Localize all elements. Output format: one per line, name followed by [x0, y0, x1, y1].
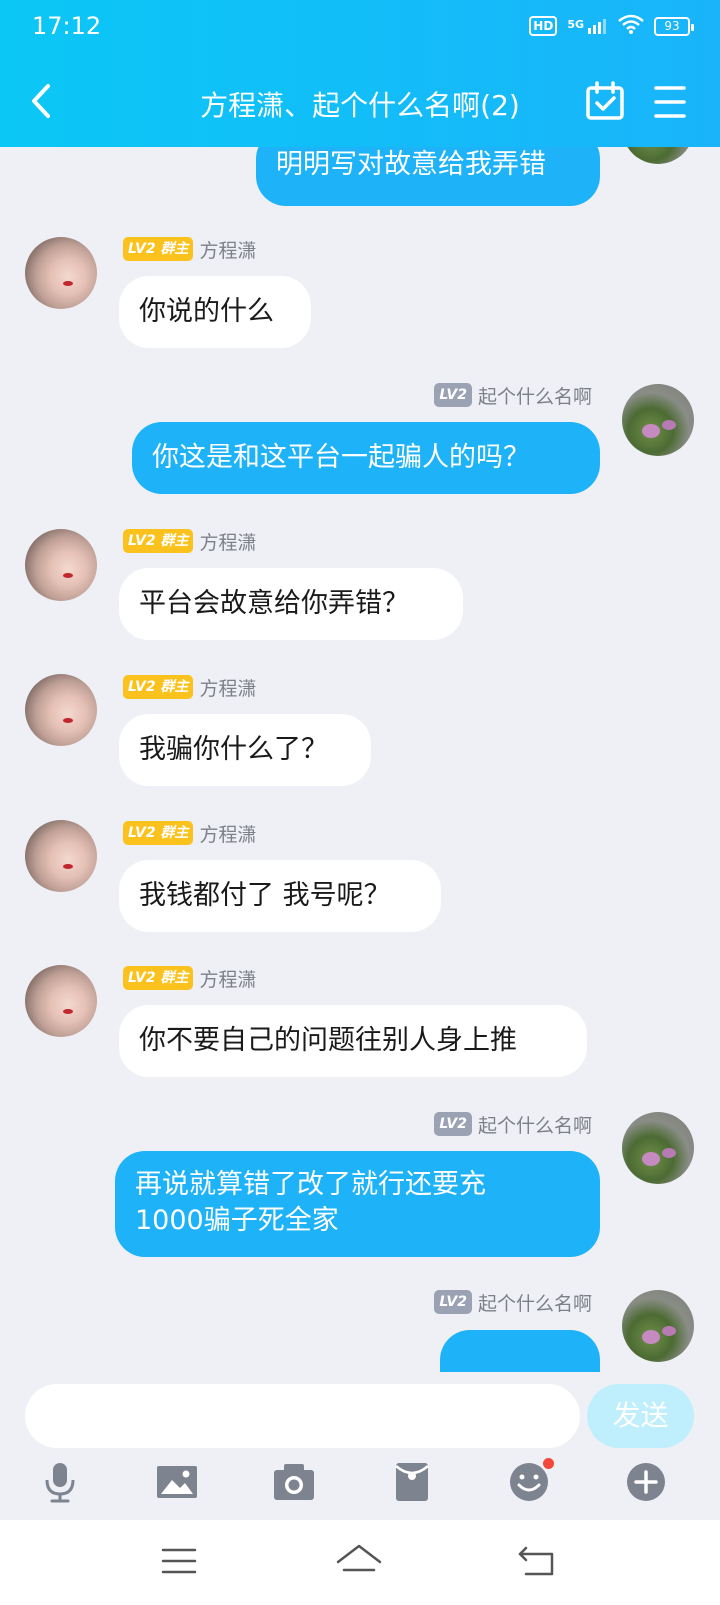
message-input[interactable] — [25, 1384, 580, 1448]
sender-row: LV2 群主 方程潇 — [123, 820, 256, 846]
message-bubble-self[interactable]: 明明写对故意给我弄错 — [256, 147, 600, 206]
more-menu-button[interactable] — [650, 82, 690, 122]
status-time: 17:12 — [32, 12, 102, 40]
avatar-other[interactable] — [25, 820, 97, 892]
calendar-check-icon — [586, 81, 624, 120]
sender-row: LV2 群主 方程潇 — [123, 674, 256, 700]
send-button[interactable]: 发送 — [587, 1384, 694, 1448]
level-badge: LV2 — [434, 1290, 472, 1314]
calendar-check-button[interactable] — [584, 80, 626, 122]
avatar-self[interactable] — [622, 384, 694, 456]
hamburger-icon — [654, 86, 686, 118]
message-bubble-other[interactable]: 平台会故意给你弄错？ — [119, 568, 463, 640]
message-text: 你不要自己的问题往别人身上推 — [139, 1025, 517, 1056]
sender-row: LV2 群主 方程潇 — [123, 965, 256, 991]
role-label: 群主 — [160, 825, 189, 841]
sender-name: 方程潇 — [199, 823, 257, 846]
avatar-other[interactable] — [25, 237, 97, 309]
sender-name: 起个什么名啊 — [477, 1114, 592, 1137]
message-text: 你这是和这平台一起骗人的吗？ — [152, 442, 530, 473]
sender-row: LV2 起个什么名啊 — [434, 1111, 592, 1137]
message-text: 平台会故意给你弄错？ — [139, 588, 409, 619]
level-label: LV2 — [128, 533, 156, 549]
message-bubble-other[interactable]: 你不要自己的问题往别人身上推 — [119, 1005, 587, 1077]
role-label: 群主 — [160, 970, 189, 986]
plus-button[interactable] — [624, 1460, 668, 1504]
level-label: LV2 — [128, 679, 156, 695]
camera-icon — [274, 1464, 314, 1500]
level-owner-badge: LV2 群主 — [123, 966, 194, 990]
microphone-button[interactable] — [38, 1460, 82, 1504]
avatar-self[interactable] — [622, 147, 694, 164]
notification-dot — [543, 1458, 554, 1469]
message-bubble-other[interactable]: 我骗你什么了？ — [119, 714, 371, 786]
role-label: 群主 — [160, 679, 189, 695]
nav-menu-button[interactable] — [156, 1540, 206, 1584]
level-label: LV2 — [128, 241, 156, 257]
system-navigation-bar — [0, 1520, 720, 1605]
level-label: LV2 — [128, 825, 156, 841]
message-text: 我骗你什么了？ — [139, 734, 328, 765]
microphone-icon — [45, 1463, 75, 1503]
message-bubble-self[interactable]: 再说就算错了改了就行还要充 1000骗子死全家 — [115, 1151, 600, 1257]
message-list[interactable]: 明明写对故意给我弄错 LV2 群主 方程潇 你说的什么 LV2 起个什么名啊 你… — [0, 147, 720, 1372]
image-icon — [157, 1466, 197, 1498]
home-icon — [336, 1544, 382, 1572]
sender-name: 起个什么名啊 — [477, 1292, 592, 1315]
level-badge: LV2 — [434, 1112, 472, 1136]
red-packet-button[interactable] — [390, 1460, 434, 1504]
avatar-self[interactable] — [622, 1112, 694, 1184]
emoji-button[interactable] — [507, 1458, 554, 1504]
message-bubble-other[interactable]: 我钱都付了 我号呢？ — [119, 860, 441, 932]
nav-home-button[interactable] — [334, 1540, 384, 1584]
avatar-other[interactable] — [25, 674, 97, 746]
role-label: 群主 — [160, 533, 189, 549]
message-text: 明明写对故意给我弄错 — [276, 149, 546, 180]
sender-name: 方程潇 — [199, 677, 257, 700]
message-text-line: 再说就算错了改了就行还要充 — [135, 1169, 486, 1200]
sender-row: LV2 起个什么名啊 — [434, 382, 592, 408]
message-text: 我钱都付了 我号呢？ — [139, 880, 391, 911]
level-owner-badge: LV2 群主 — [123, 675, 194, 699]
message-bubble-other[interactable]: 你说的什么 — [119, 276, 311, 348]
red-packet-icon — [395, 1463, 429, 1501]
level-label: LV2 — [128, 970, 156, 986]
wifi-icon — [618, 14, 644, 38]
role-label: 群主 — [160, 241, 189, 257]
message-bubble-self[interactable]: 你这是和这平台一起骗人的吗？ — [132, 422, 600, 494]
back-button[interactable] — [22, 78, 62, 124]
camera-button[interactable] — [272, 1460, 316, 1504]
level-owner-badge: LV2 群主 — [123, 529, 194, 553]
battery-icon: 93 — [654, 16, 694, 36]
level-badge: LV2 — [434, 383, 472, 407]
level-owner-badge: LV2 群主 — [123, 821, 194, 845]
avatar-other[interactable] — [25, 965, 97, 1037]
signal-icon: 5G — [567, 18, 608, 34]
status-icons: HD 5G 93 — [529, 14, 694, 38]
chat-header: 17:12 HD 5G 93 方程潇、起个什么名啊(2) — [0, 0, 720, 147]
nav-back-button[interactable] — [512, 1540, 562, 1584]
chevron-left-icon — [32, 84, 50, 118]
message-text: 你说的什么 — [139, 296, 274, 327]
sender-row: LV2 起个什么名啊 — [434, 1289, 592, 1315]
menu-icon — [161, 1548, 197, 1574]
sender-name: 方程潇 — [199, 239, 257, 262]
back-icon — [518, 1546, 554, 1576]
message-bubble-self[interactable] — [440, 1330, 600, 1372]
hd-badge: HD — [529, 16, 558, 36]
image-button[interactable] — [155, 1460, 199, 1504]
chat-title: 方程潇、起个什么名啊(2) — [200, 89, 520, 122]
input-area: 发送 — [0, 1372, 720, 1520]
sender-name: 方程潇 — [199, 531, 257, 554]
avatar-other[interactable] — [25, 529, 97, 601]
level-owner-badge: LV2 群主 — [123, 237, 194, 261]
message-text-line: 1000骗子死全家 — [135, 1205, 339, 1236]
avatar-self[interactable] — [622, 1290, 694, 1362]
sender-row: LV2 群主 方程潇 — [123, 528, 256, 554]
network-label: 5G — [567, 18, 584, 31]
sender-row: LV2 群主 方程潇 — [123, 236, 256, 262]
sender-name: 起个什么名啊 — [477, 385, 592, 408]
sender-name: 方程潇 — [199, 968, 257, 991]
plus-icon — [627, 1463, 665, 1501]
